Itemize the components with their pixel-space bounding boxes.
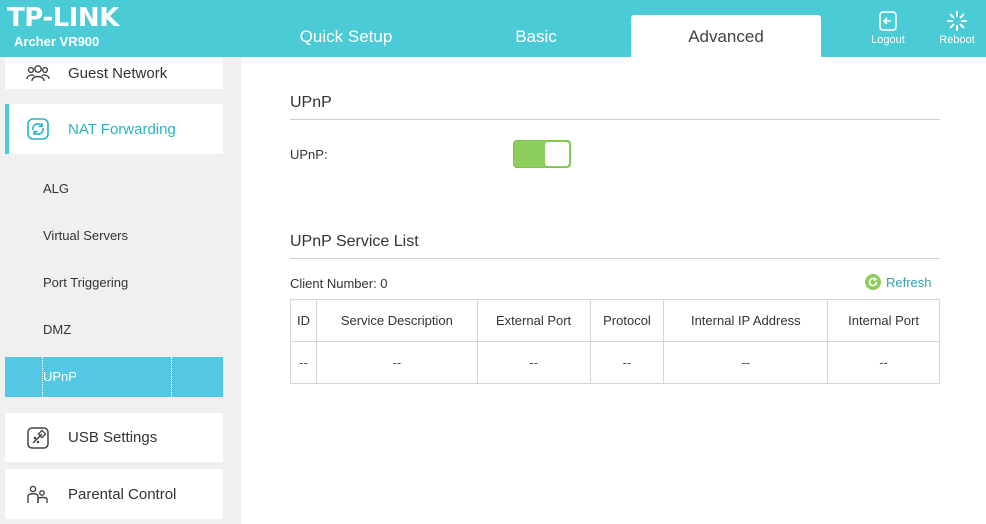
table-cell: -- [827,341,940,384]
brand-logo: TP-LINK [7,3,119,33]
logout-icon [860,10,916,32]
upnp-toggle[interactable] [513,140,571,168]
refresh-label: Refresh [886,274,932,290]
col-header-internal-port: Internal Port [827,299,940,342]
tab-quick-setup[interactable]: Quick Setup [246,15,446,57]
parental-control-icon [26,482,50,506]
sidebar-subitem-alg[interactable]: ALG [5,169,223,209]
sidebar-item-label: NAT Forwarding [68,120,176,138]
table-cell: -- [663,341,829,384]
reboot-icon [929,10,985,32]
table-cell: -- [315,341,478,384]
sidebar-subitem-upnp[interactable]: UPnP [5,357,223,397]
table-cell: -- [476,341,591,384]
reboot-button[interactable]: Reboot [929,10,985,46]
table-cell: -- [290,341,317,384]
sidebar-subitem-port-triggering[interactable]: Port Triggering [5,263,223,303]
section-divider [290,119,940,120]
sidebar-item-parental-control[interactable]: Parental Control [5,469,223,519]
top-header: TP-LINK Archer VR900 Quick Setup Basic A… [0,0,986,57]
table-header-row: ID Service Description External Port Pro… [290,299,940,342]
logout-label: Logout [871,34,905,46]
tab-advanced[interactable]: Advanced [631,15,821,57]
client-number: Client Number: 0 [290,276,388,291]
sidebar-subitem-label: UPnP [43,369,77,384]
table-row: -- -- -- -- -- -- [290,341,940,384]
upnp-field-label: UPnP: [290,147,328,162]
usb-settings-icon [26,426,50,450]
upnp-section-title: UPnP [290,94,332,111]
focus-outline-left [42,357,43,397]
col-header-protocol: Protocol [589,299,665,342]
col-header-service-description: Service Description [315,299,478,342]
focus-outline-right [171,357,172,397]
refresh-button[interactable]: Refresh [865,274,932,290]
col-header-external-port: External Port [476,299,591,342]
logout-button[interactable]: Logout [860,10,916,46]
sidebar-item-nat-forwarding[interactable]: NAT Forwarding [5,104,223,154]
sidebar: Guest Network NAT Forwarding ALG Virtual… [0,57,241,524]
section-divider [290,258,940,259]
col-header-internal-ip: Internal IP Address [663,299,829,342]
model-name: Archer VR900 [14,34,100,49]
sidebar-item-label: USB Settings [68,429,158,446]
tab-basic[interactable]: Basic [436,15,636,57]
sidebar-subitem-virtual-servers[interactable]: Virtual Servers [5,216,223,256]
refresh-icon [865,274,881,290]
sidebar-item-usb-settings[interactable]: USB Settings [5,413,223,462]
sidebar-item-label: Parental Control [68,485,177,503]
sidebar-item-label: Guest Network [68,64,168,82]
sidebar-item-guest-network[interactable]: Guest Network [5,57,223,89]
toggle-knob [545,142,569,166]
nat-forwarding-icon [26,117,50,141]
col-header-id: ID [290,299,317,342]
guest-network-icon [26,61,50,85]
table-cell: -- [589,341,665,384]
sidebar-subitem-dmz[interactable]: DMZ [5,310,223,350]
reboot-label: Reboot [939,34,975,46]
upnp-service-table: ID Service Description External Port Pro… [290,299,940,384]
service-list-title: UPnP Service List [290,233,419,250]
